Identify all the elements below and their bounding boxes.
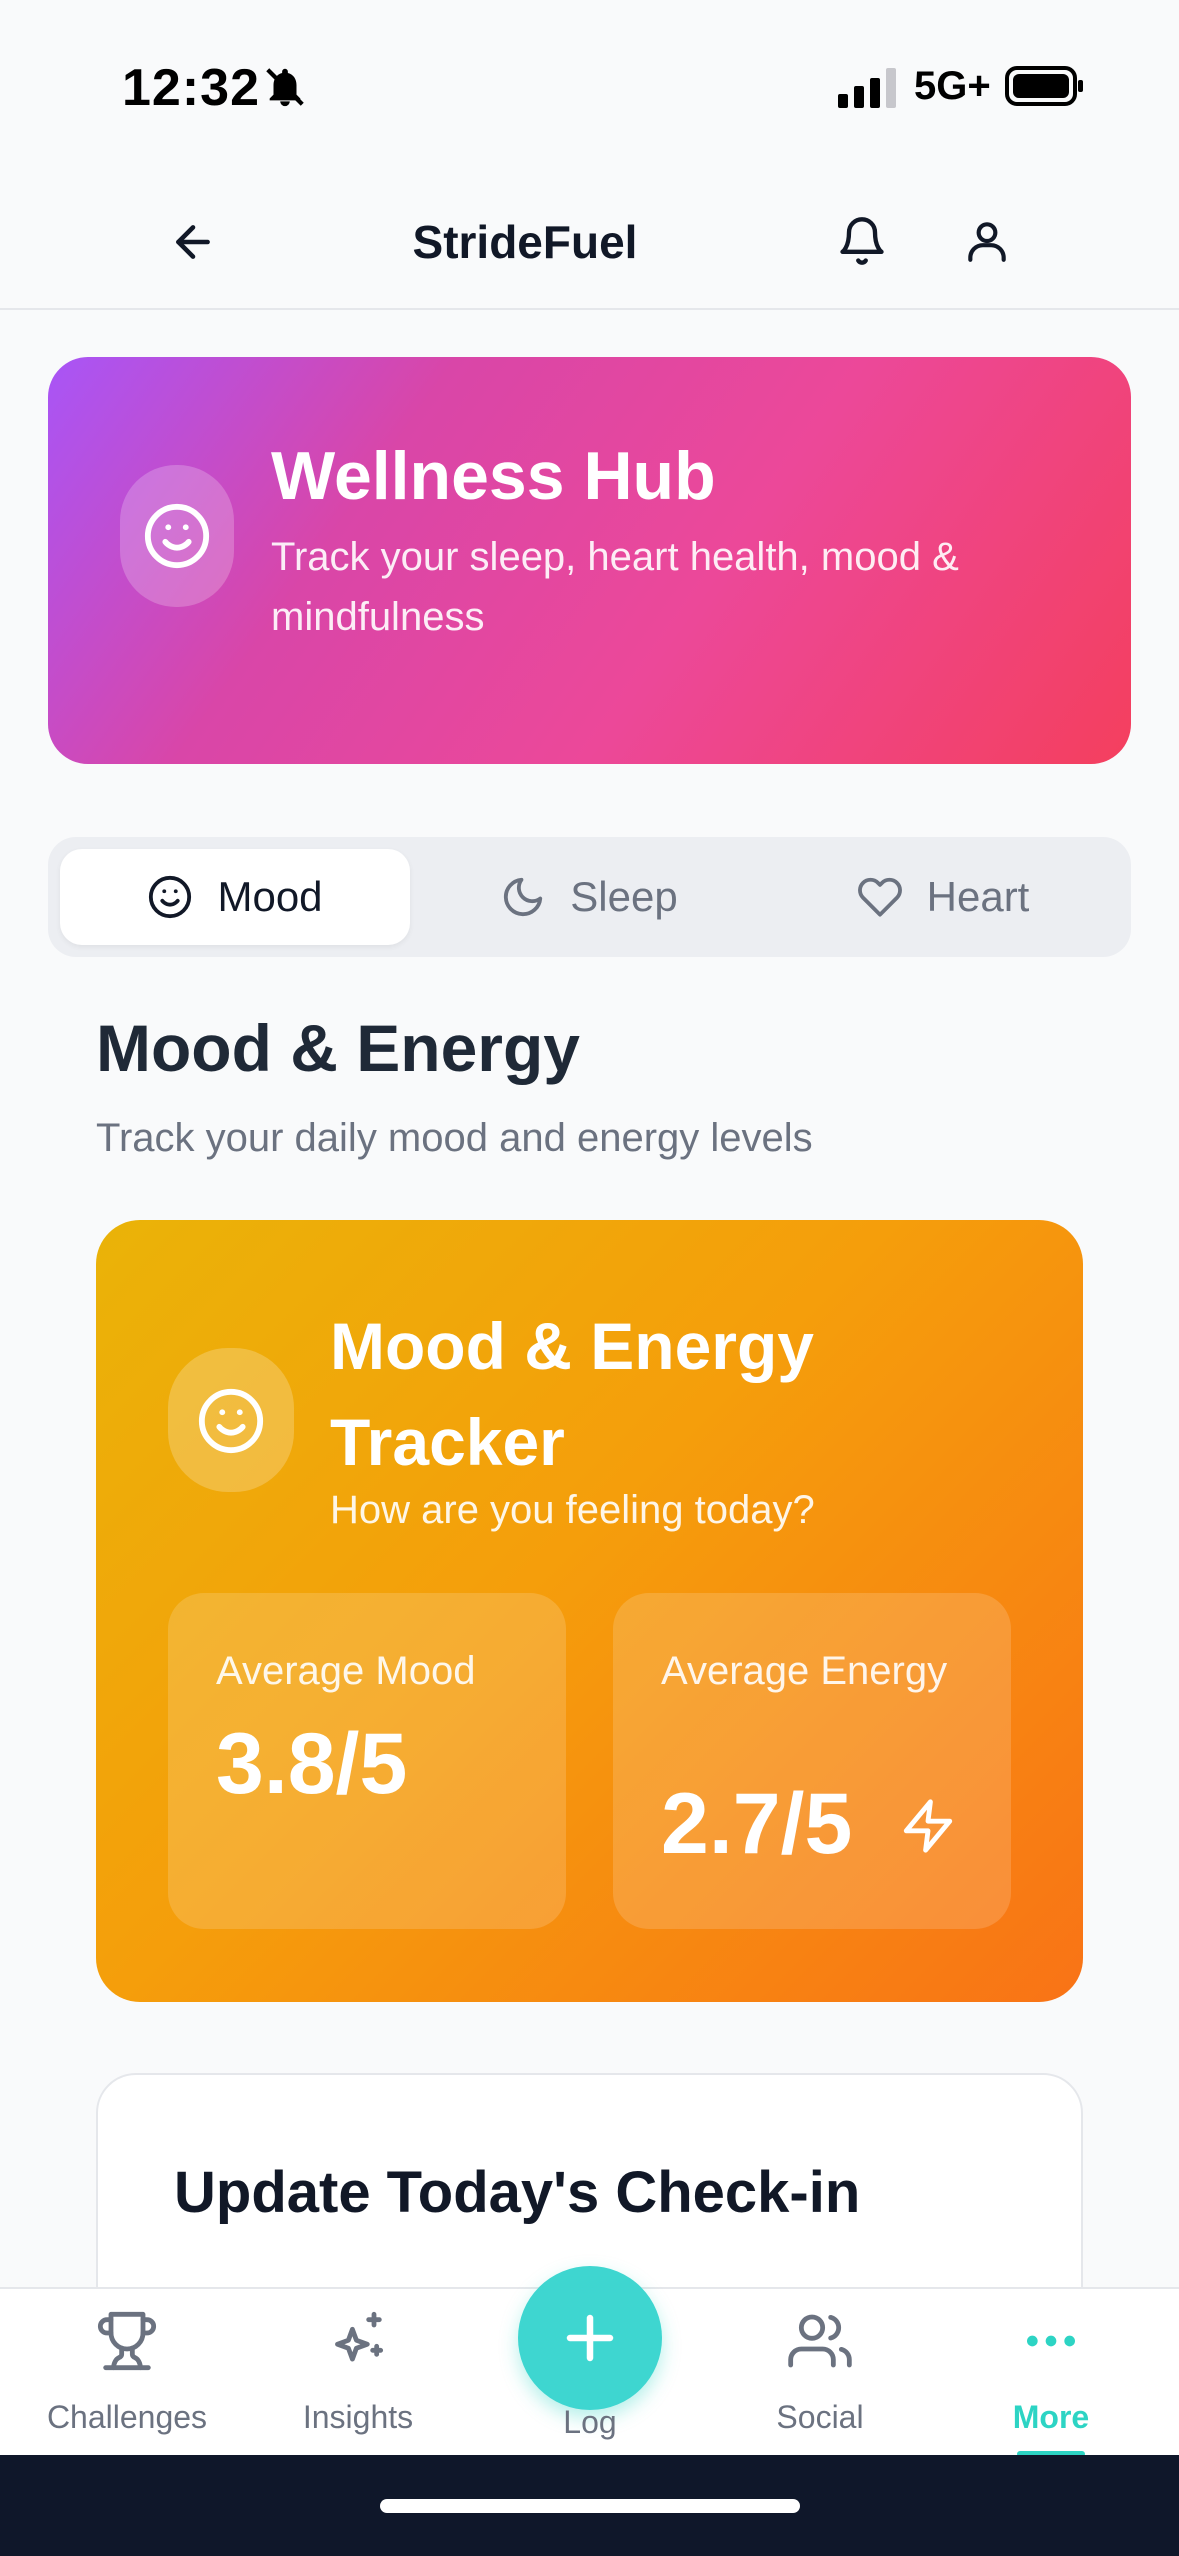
average-mood-tile: Average Mood 3.8/5 xyxy=(168,1593,566,1929)
hero-title: Wellness Hub xyxy=(271,438,716,514)
status-bar: 12:32 5G+ xyxy=(0,0,1179,175)
tab-mood[interactable]: Mood xyxy=(60,849,410,945)
plus-icon xyxy=(566,2314,614,2362)
section-subtitle: Track your daily mood and energy levels xyxy=(96,1116,813,1160)
nav-label: Insights xyxy=(302,2399,414,2435)
log-label: Log xyxy=(563,2404,617,2440)
status-time: 12:32 xyxy=(122,59,260,117)
nav-challenges[interactable]: Challenges xyxy=(27,2289,227,2457)
average-energy-tile: Average Energy 2.7/5 xyxy=(613,1593,1011,1929)
users-icon xyxy=(788,2314,852,2368)
nav-label: Challenges xyxy=(46,2399,208,2435)
moon-icon xyxy=(504,877,543,917)
tracker-subtitle: How are you feeling today? xyxy=(330,1488,815,1532)
checkin-title: Update Today's Check-in xyxy=(174,2160,861,2225)
tab-heart[interactable]: Heart xyxy=(768,849,1118,945)
tracker-icon-badge xyxy=(168,1348,294,1492)
tab-sleep[interactable]: Sleep xyxy=(414,849,764,945)
trophy-icon xyxy=(97,2311,157,2371)
section-title: Mood & Energy xyxy=(96,1011,581,1085)
smile-icon xyxy=(198,1388,264,1454)
metric-label: Average Mood xyxy=(216,1649,476,1693)
metric-label: Average Energy xyxy=(661,1649,948,1693)
nav-label: More xyxy=(1012,2399,1090,2435)
log-button[interactable] xyxy=(518,2266,662,2410)
mood-energy-tracker-card: Mood & Energy Tracker How are you feelin… xyxy=(96,1220,1083,2002)
heart-icon xyxy=(857,877,902,917)
bell-off-icon xyxy=(266,68,304,107)
tracker-title: Mood & Energy Tracker xyxy=(330,1309,815,1479)
hero-subtitle: Track your sleep, heart health, mood & m… xyxy=(271,535,959,639)
metric-value: 2.7/5 xyxy=(661,1776,853,1872)
wellness-hub-banner: Wellness Hub Track your sleep, heart hea… xyxy=(48,357,1131,764)
tab-label: Heart xyxy=(926,873,1030,920)
home-indicator[interactable] xyxy=(380,2499,800,2513)
network-type: 5G+ xyxy=(914,64,991,108)
nav-insights[interactable]: Insights xyxy=(258,2289,458,2457)
wellness-tabs: Mood Sleep Heart xyxy=(48,837,1131,957)
signal-icon xyxy=(838,68,896,108)
smile-icon xyxy=(144,503,210,569)
lightning-bolt-icon xyxy=(903,1799,953,1853)
metric-value: 3.8/5 xyxy=(216,1716,408,1812)
tab-label: Mood xyxy=(217,873,323,920)
hero-icon-badge xyxy=(120,465,234,607)
more-dots-icon xyxy=(1027,2335,1075,2347)
battery-icon xyxy=(1005,66,1083,106)
sparkles-icon xyxy=(335,2311,384,2362)
nav-label: Social xyxy=(776,2399,864,2435)
user-icon[interactable] xyxy=(962,215,1012,267)
app-header: StrideFuel xyxy=(0,175,1179,310)
nav-more[interactable]: More xyxy=(951,2289,1151,2457)
smile-icon xyxy=(149,875,192,919)
app-title: StrideFuel xyxy=(412,216,638,268)
home-indicator-area xyxy=(0,2455,1179,2556)
nav-social[interactable]: Social xyxy=(720,2289,920,2457)
tab-label: Sleep xyxy=(570,873,678,920)
bell-icon[interactable] xyxy=(836,215,888,267)
